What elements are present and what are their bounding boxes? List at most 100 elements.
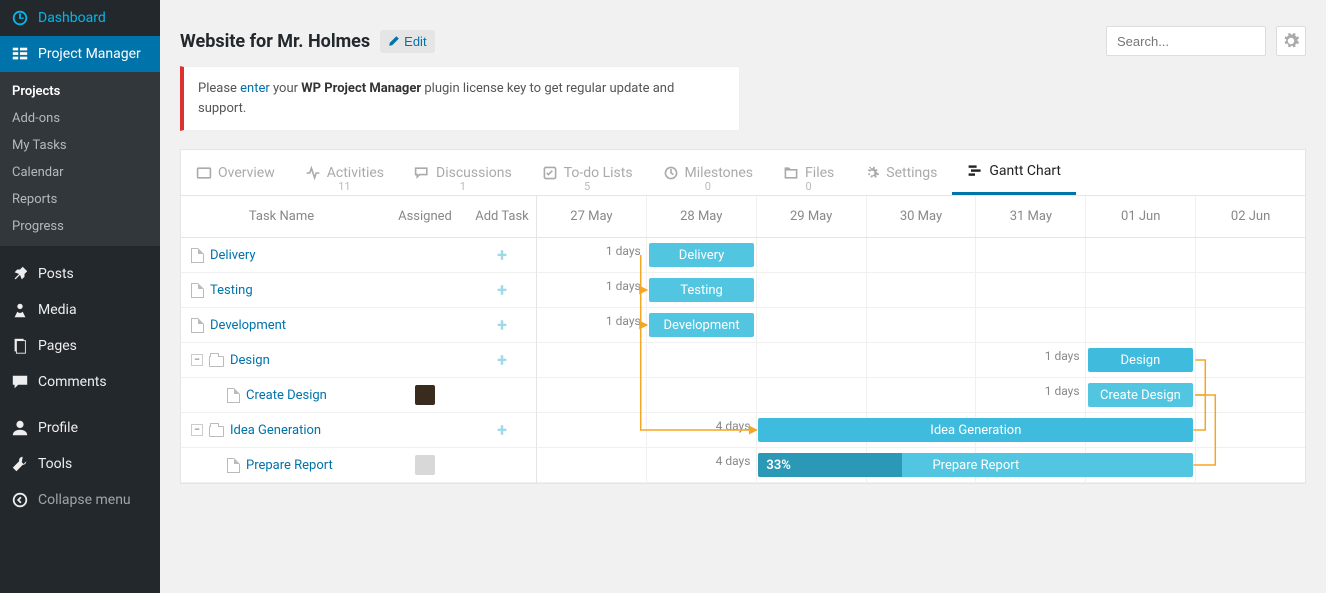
tab-files[interactable]: Files 0	[768, 150, 849, 195]
page-title: Website for Mr. Holmes	[180, 31, 370, 52]
duration-label: 4 days	[537, 454, 750, 468]
edit-label: Edit	[404, 34, 426, 49]
task-link[interactable]: Delivery	[210, 248, 256, 263]
task-link[interactable]: Design	[230, 353, 270, 368]
submenu-item-calendar[interactable]: Calendar	[0, 159, 160, 186]
sidebar-label: Project Manager	[38, 46, 141, 62]
pages-icon	[10, 336, 30, 356]
col-header-add: Add Task	[468, 209, 536, 224]
page-icon	[191, 283, 204, 298]
add-task-button[interactable]: +	[497, 280, 507, 301]
submenu-item-progress[interactable]: Progress	[0, 213, 160, 240]
tab-todo[interactable]: To-do Lists 5	[527, 150, 648, 195]
task-row: − Idea Generation +	[181, 413, 536, 448]
gantt-bar[interactable]: Testing	[649, 278, 755, 302]
gantt-bar[interactable]: Delivery	[649, 243, 755, 267]
sidebar-item-posts[interactable]: Posts	[0, 256, 160, 292]
add-task-button[interactable]: +	[497, 245, 507, 266]
sidebar-item-collapse[interactable]: Collapse menu	[0, 482, 160, 518]
bar-label: Prepare Report	[932, 458, 1019, 473]
sidebar-label: Profile	[38, 420, 78, 436]
bar-label: Testing	[680, 283, 723, 298]
gantt-bar[interactable]: Development	[649, 313, 755, 337]
duration-label: 1 days	[537, 244, 641, 258]
admin-sidebar: Dashboard Project Manager Projects Add-o…	[0, 0, 160, 593]
folder-icon	[209, 356, 224, 367]
tab-settings[interactable]: Settings	[849, 150, 952, 195]
edit-button[interactable]: Edit	[380, 30, 434, 53]
sidebar-submenu: Projects Add-ons My Tasks Calendar Repor…	[0, 72, 160, 246]
add-task-button[interactable]: +	[497, 420, 507, 441]
sidebar-item-pages[interactable]: Pages	[0, 328, 160, 364]
task-link[interactable]: Idea Generation	[230, 423, 321, 438]
sidebar-label: Dashboard	[38, 10, 106, 26]
activities-icon	[305, 165, 321, 181]
page-header: Website for Mr. Holmes Edit	[180, 10, 1306, 66]
avatar[interactable]	[415, 385, 435, 405]
gantt-bar[interactable]: 33%Prepare Report	[758, 453, 1193, 477]
sidebar-label: Media	[38, 302, 77, 318]
sidebar-label: Tools	[38, 456, 72, 472]
day-header: 30 May	[867, 196, 977, 237]
notice-enter-link[interactable]: enter	[240, 81, 270, 96]
media-icon	[10, 300, 30, 320]
bar-label: Create Design	[1100, 388, 1181, 403]
submenu-item-mytasks[interactable]: My Tasks	[0, 132, 160, 159]
sidebar-item-tools[interactable]: Tools	[0, 446, 160, 482]
folder-icon	[209, 426, 224, 437]
gantt-task-list: Task Name Assigned Add Task Delivery + Tes…	[181, 196, 537, 483]
expand-toggle[interactable]: −	[191, 424, 203, 436]
avatar[interactable]	[415, 455, 435, 475]
main-content: Website for Mr. Holmes Edit Please enter…	[160, 0, 1326, 484]
page-icon	[191, 248, 204, 263]
gantt-timeline-body: 1 days Delivery 1 days Testing 1 days Develop…	[537, 238, 1305, 483]
task-row: Create Design	[181, 378, 536, 413]
gantt-chart: Task Name Assigned Add Task Delivery + Tes…	[180, 195, 1306, 484]
add-task-button[interactable]: +	[497, 315, 507, 336]
submenu-item-projects[interactable]: Projects	[0, 78, 160, 105]
tab-overview[interactable]: Overview	[181, 150, 290, 195]
gantt-bar[interactable]: Idea Generation	[758, 418, 1193, 442]
sidebar-item-project-manager[interactable]: Project Manager	[0, 36, 160, 72]
tab-discussions[interactable]: Discussions 1	[399, 150, 527, 195]
add-task-button[interactable]: +	[497, 350, 507, 371]
settings-icon	[864, 165, 880, 181]
task-link[interactable]: Create Design	[246, 388, 327, 403]
project-tabs: Overview Activities 11 Discussions 1 To-…	[180, 149, 1306, 196]
task-link[interactable]: Development	[210, 318, 286, 333]
sidebar-label: Comments	[38, 374, 107, 390]
day-header: 27 May	[537, 196, 647, 237]
duration-label: 1 days	[537, 349, 1080, 363]
settings-button[interactable]	[1276, 26, 1306, 56]
duration-label: 1 days	[537, 314, 641, 328]
profile-icon	[10, 418, 30, 438]
sidebar-item-media[interactable]: Media	[0, 292, 160, 328]
col-header-assigned: Assigned	[382, 209, 468, 224]
search-input[interactable]	[1106, 26, 1266, 56]
tab-activities[interactable]: Activities 11	[290, 150, 399, 195]
pin-icon	[10, 264, 30, 284]
bar-label: Development	[664, 318, 740, 333]
gantt-bar[interactable]: Design	[1088, 348, 1194, 372]
tab-gantt[interactable]: Gantt Chart	[952, 150, 1076, 195]
page-icon	[227, 388, 240, 403]
task-link[interactable]: Prepare Report	[246, 458, 333, 473]
sidebar-item-profile[interactable]: Profile	[0, 410, 160, 446]
sidebar-label: Posts	[38, 266, 74, 282]
pencil-icon	[388, 35, 400, 47]
sidebar-item-comments[interactable]: Comments	[0, 364, 160, 400]
duration-label: 4 days	[537, 419, 750, 433]
expand-toggle[interactable]: −	[191, 354, 203, 366]
task-link[interactable]: Testing	[210, 283, 253, 298]
gantt-left-header: Task Name Assigned Add Task	[181, 196, 536, 238]
bar-label: Idea Generation	[930, 423, 1021, 438]
tab-milestones[interactable]: Milestones 0	[648, 150, 769, 195]
gantt-bar[interactable]: Create Design	[1088, 383, 1194, 407]
submenu-item-addons[interactable]: Add-ons	[0, 105, 160, 132]
page-icon	[191, 318, 204, 333]
sidebar-item-dashboard[interactable]: Dashboard	[0, 0, 160, 36]
files-icon	[783, 165, 799, 181]
license-notice: Please enter your WP Project Manager plu…	[180, 66, 740, 131]
bar-label: Delivery	[679, 248, 725, 263]
submenu-item-reports[interactable]: Reports	[0, 186, 160, 213]
